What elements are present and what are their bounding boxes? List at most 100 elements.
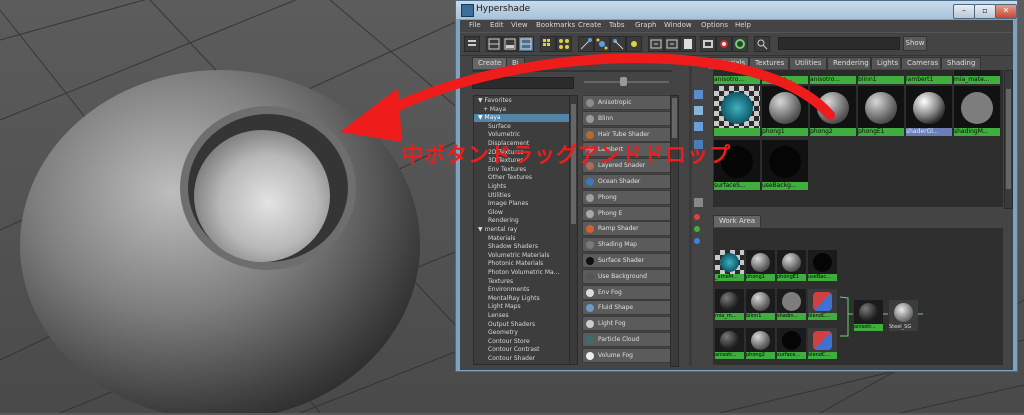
- node-create-button[interactable]: Use Background: [582, 268, 672, 284]
- tree-item[interactable]: Output Shaders: [474, 321, 569, 329]
- ipr-render-icon[interactable]: [716, 36, 732, 52]
- menu-file[interactable]: File: [469, 21, 481, 29]
- graph-io-icon[interactable]: [594, 36, 610, 52]
- node-create-button[interactable]: Ramp Shader: [582, 221, 672, 237]
- menu-graph[interactable]: Graph: [635, 21, 656, 29]
- graph-icon[interactable]: [694, 106, 703, 115]
- tree-item[interactable]: Shadow Shaders: [474, 243, 569, 251]
- material-swatch[interactable]: phongE1: [858, 86, 904, 136]
- node-create-button[interactable]: Env Fog: [582, 284, 672, 300]
- maximize-button[interactable]: ▫: [974, 4, 996, 19]
- materials-swatch-area[interactable]: anisotro... anisotro... anisotro... blinn1 l…: [713, 70, 1003, 207]
- tab-create[interactable]: Create: [472, 57, 508, 69]
- tree-item[interactable]: Utilities: [474, 192, 569, 200]
- render-settings-icon[interactable]: [732, 36, 748, 52]
- minimize-button[interactable]: –: [953, 4, 975, 19]
- tree-item[interactable]: MentalRay Lights: [474, 295, 569, 303]
- grid-view-icon[interactable]: [540, 36, 556, 52]
- material-swatch[interactable]: anisotro...: [714, 70, 760, 84]
- menu-view[interactable]: View: [511, 21, 528, 29]
- show-button[interactable]: Show: [903, 36, 927, 51]
- material-swatch[interactable]: phong2: [810, 86, 856, 136]
- create-category-tree[interactable]: ▼ Favorites + Maya ▼ Maya Surface Volumetric…: [473, 95, 570, 365]
- layout-bottom-icon[interactable]: [502, 36, 518, 52]
- hypershade-window[interactable]: Hypershade – ▫ ✕ File Edit View Bookmark…: [455, 0, 1018, 372]
- node-create-button[interactable]: Ocean Shader: [582, 174, 672, 189]
- node-create-button[interactable]: Particle Cloud: [582, 332, 672, 347]
- layout-split-icon[interactable]: [518, 36, 534, 52]
- panel-splitter[interactable]: [689, 56, 692, 366]
- tab-utilities[interactable]: Utilities: [789, 57, 827, 69]
- work-area-node[interactable]: blendC...: [808, 328, 837, 359]
- node-create-button[interactable]: Blinn: [582, 110, 672, 126]
- close-button[interactable]: ✕: [995, 4, 1017, 19]
- material-swatch[interactable]: anisotro...: [810, 70, 856, 84]
- map-icon[interactable]: [694, 122, 703, 131]
- graph-clear-icon[interactable]: [626, 36, 642, 52]
- menu-options[interactable]: Options: [701, 21, 728, 29]
- green-dot-icon[interactable]: [694, 226, 700, 232]
- tree-item[interactable]: ▼ mental ray: [474, 226, 569, 234]
- menu-bookmarks[interactable]: Bookmarks: [536, 21, 575, 29]
- menu-edit[interactable]: Edit: [490, 21, 504, 29]
- material-swatch[interactable]: shaderGl...: [906, 86, 952, 136]
- tree-scrollbar[interactable]: [569, 95, 578, 365]
- work-area-node[interactable]: useBac...: [808, 250, 837, 281]
- arrow-right-icon[interactable]: [664, 36, 680, 52]
- toggle-panel-icon[interactable]: [464, 36, 480, 52]
- work-area-node[interactable]: _atheM...: [715, 250, 744, 281]
- work-area-node[interactable]: blendC...: [808, 289, 837, 320]
- menu-tabs[interactable]: Tabs: [609, 21, 625, 29]
- material-swatch[interactable]: anisotro...: [762, 70, 808, 84]
- tree-item[interactable]: Contour Store: [474, 338, 569, 346]
- work-area-node[interactable]: Steel_SG: [889, 300, 918, 331]
- render-icon[interactable]: [700, 36, 716, 52]
- tree-item[interactable]: + Maya: [474, 106, 569, 114]
- material-swatch[interactable]: useBackg...: [762, 140, 808, 190]
- node-create-button[interactable]: Volume Fog: [582, 347, 672, 363]
- tree-item[interactable]: Image Planes: [474, 200, 569, 208]
- menu-help[interactable]: Help: [735, 21, 751, 29]
- node-create-button[interactable]: Phong E: [582, 205, 672, 221]
- page-icon[interactable]: [680, 36, 696, 52]
- tab-shading[interactable]: Shading: [941, 57, 981, 69]
- work-area-node[interactable]: anisotr...: [715, 328, 744, 359]
- tab-lights[interactable]: Lights: [871, 57, 901, 69]
- node-create-button[interactable]: Phong: [582, 189, 672, 205]
- create-filter-input[interactable]: [472, 77, 574, 89]
- tree-item[interactable]: Lights: [474, 183, 569, 191]
- swatch-view-icon[interactable]: [556, 36, 572, 52]
- size-slider-handle[interactable]: [620, 77, 627, 86]
- tree-item[interactable]: Textures: [474, 278, 569, 286]
- work-area-node[interactable]: blinn1: [746, 289, 775, 320]
- tree-item[interactable]: Materials: [474, 235, 569, 243]
- arrow-left-icon[interactable]: [648, 36, 664, 52]
- material-swatch[interactable]: blinn1: [858, 70, 904, 84]
- misc-icon[interactable]: [694, 198, 703, 207]
- tree-item[interactable]: Volumetric Materials: [474, 252, 569, 260]
- tree-item[interactable]: ▼ Maya: [474, 114, 569, 123]
- layout-top-icon[interactable]: [486, 36, 502, 52]
- tree-item[interactable]: ▼ Favorites: [474, 97, 569, 105]
- work-area-node[interactable]: phongE1: [777, 250, 806, 281]
- tab-work-area[interactable]: Work Area: [713, 215, 762, 227]
- menu-window[interactable]: Window: [664, 21, 692, 29]
- graph-input-icon[interactable]: [578, 36, 594, 52]
- work-area-graph[interactable]: _atheM... phong1 phongE1 useBac... mia_m... b…: [713, 228, 1003, 365]
- material-swatch[interactable]: shadingM...: [954, 86, 1000, 136]
- work-area-node[interactable]: phong1: [746, 250, 775, 281]
- node-create-button[interactable]: Light Fog: [582, 316, 672, 332]
- node-create-button[interactable]: Surface Shader: [582, 253, 672, 268]
- tab-bins[interactable]: Bi: [506, 57, 525, 69]
- tree-item[interactable]: Lenses: [474, 312, 569, 320]
- blue-dot-icon[interactable]: [694, 238, 700, 244]
- tree-item[interactable]: Contour Contrast: [474, 346, 569, 354]
- work-area-node[interactable]: anisotr...: [854, 300, 883, 331]
- work-area-node[interactable]: surface...: [777, 328, 806, 359]
- material-swatch[interactable]: phong1: [762, 86, 808, 136]
- search-input[interactable]: [778, 37, 900, 50]
- material-swatch[interactable]: mia_mate...: [954, 70, 1000, 84]
- tree-item[interactable]: Environments: [474, 286, 569, 294]
- materials-scrollbar[interactable]: [1004, 70, 1013, 209]
- tree-item[interactable]: Photonic Materials: [474, 260, 569, 268]
